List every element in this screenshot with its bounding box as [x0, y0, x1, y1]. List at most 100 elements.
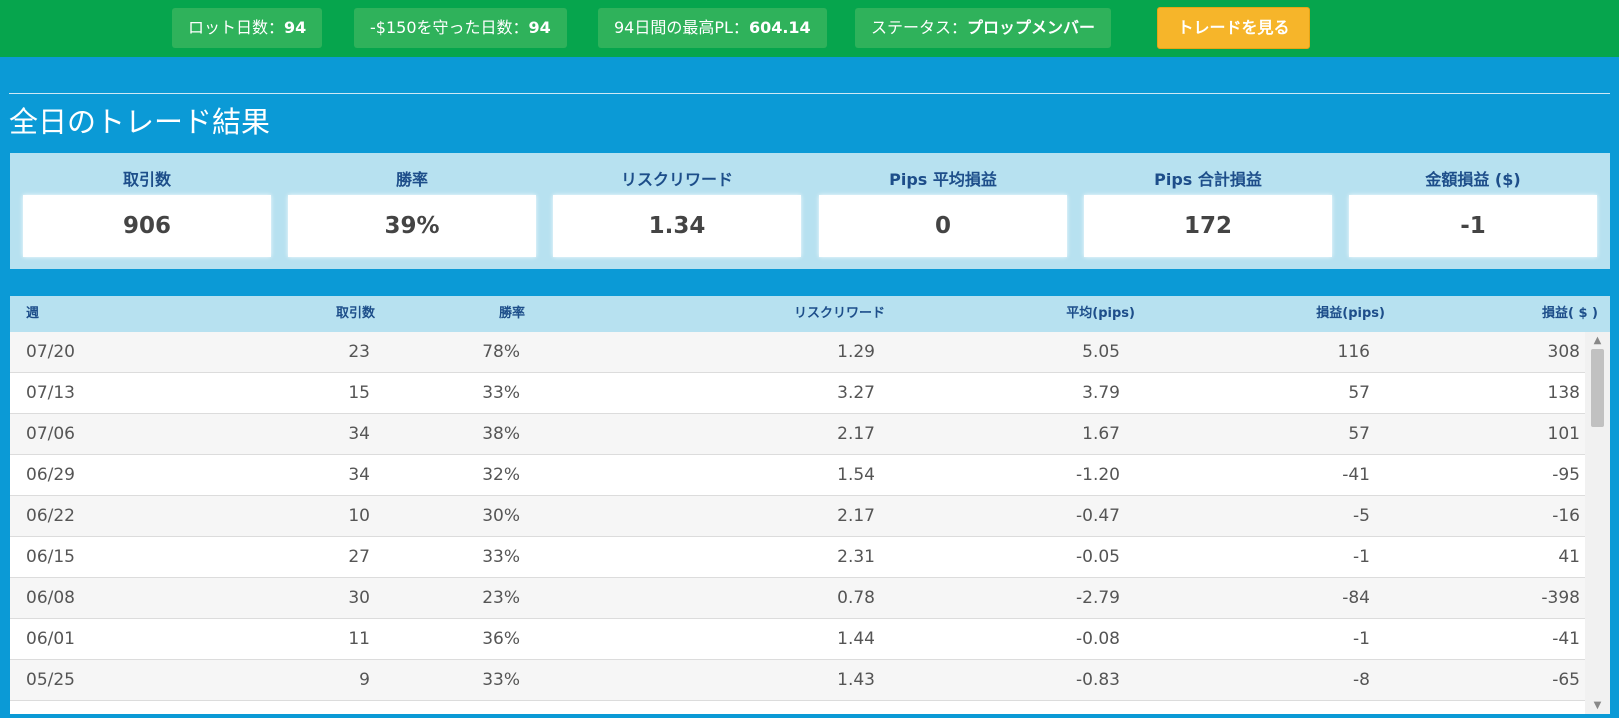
lot-days-chip: ロット日数：94: [172, 8, 323, 48]
cell-avg-pips: -0.83: [1076, 670, 1120, 690]
cell-win-rate: 33%: [482, 670, 520, 690]
cell-pl-pips: -84: [1342, 588, 1370, 608]
cell-week: 05/25: [26, 670, 75, 690]
stat-value: 0: [819, 195, 1067, 257]
col-header-pl-pips[interactable]: 損益(pips): [1160, 296, 1385, 332]
cell-win-rate: 33%: [482, 383, 520, 403]
stat-value: 39%: [288, 195, 536, 257]
col-header-risk-reward[interactable]: リスクリワード: [650, 296, 885, 332]
cell-pl-usd: -95: [1552, 465, 1580, 485]
cell-win-rate: 78%: [482, 342, 520, 362]
cell-week: 06/15: [26, 547, 75, 567]
cell-pl-usd: -16: [1552, 506, 1580, 526]
protected-days-label: -$150を守った日数：: [370, 18, 529, 37]
view-trades-button[interactable]: トレードを見る: [1157, 7, 1310, 49]
cell-win-rate: 23%: [482, 588, 520, 608]
stat-value: 1.34: [553, 195, 801, 257]
table-row[interactable]: 06/29 34 32% 1.54 -1.20 -41 -95: [10, 455, 1585, 496]
col-header-week[interactable]: 週: [26, 296, 39, 332]
cell-trade-count: 15: [348, 383, 370, 403]
stat-amount-pl: 金額損益 ($) -1: [1349, 153, 1597, 269]
cell-trade-count: 34: [348, 424, 370, 444]
stat-label: リスクリワード: [620, 170, 733, 189]
stat-label: Pips 合計損益: [1154, 170, 1262, 189]
table-row[interactable]: 07/13 15 33% 3.27 3.79 57 138: [10, 373, 1585, 414]
cell-pl-pips: 116: [1337, 342, 1370, 362]
table-scrollbar[interactable]: ▲ ▼: [1585, 332, 1610, 714]
table-row[interactable]: 05/25 9 33% 1.43 -0.83 -8 -65: [10, 660, 1585, 701]
cell-pl-usd: -398: [1541, 588, 1580, 608]
summary-stats-panel: 取引数 906 勝率 39% リスクリワード 1.34 Pips 平均損益 0 …: [10, 153, 1610, 269]
cell-week: 06/29: [26, 465, 75, 485]
cell-week: 06/08: [26, 588, 75, 608]
cell-risk-reward: 3.27: [837, 383, 875, 403]
cell-trade-count: 30: [348, 588, 370, 608]
cell-pl-usd: -65: [1552, 670, 1580, 690]
cell-trade-count: 9: [359, 670, 370, 690]
cell-trade-count: 34: [348, 465, 370, 485]
cell-risk-reward: 0.78: [837, 588, 875, 608]
cell-avg-pips: -0.47: [1076, 506, 1120, 526]
cell-avg-pips: -0.08: [1076, 629, 1120, 649]
scroll-up-icon[interactable]: ▲: [1585, 332, 1610, 349]
status-chip: ステータス：プロップメンバー: [855, 8, 1112, 48]
stat-risk-reward: リスクリワード 1.34: [553, 153, 801, 269]
cell-week: 06/22: [26, 506, 75, 526]
cell-win-rate: 36%: [482, 629, 520, 649]
cell-pl-pips: 57: [1348, 424, 1370, 444]
cell-avg-pips: 1.67: [1082, 424, 1120, 444]
table-body: 07/20 23 78% 1.29 5.05 116 308 07/13 15 33% 3.27 3.…: [10, 332, 1585, 701]
stat-pips-average: Pips 平均損益 0: [819, 153, 1067, 269]
section-divider: [9, 93, 1610, 94]
table-row[interactable]: 07/20 23 78% 1.29 5.05 116 308: [10, 332, 1585, 373]
cell-win-rate: 33%: [482, 547, 520, 567]
cell-win-rate: 32%: [482, 465, 520, 485]
stat-value: 906: [23, 195, 271, 257]
cell-week: 07/20: [26, 342, 75, 362]
cell-pl-usd: 308: [1547, 342, 1580, 362]
cell-risk-reward: 1.44: [837, 629, 875, 649]
col-header-win-rate[interactable]: 勝率: [430, 296, 525, 332]
stat-value: 172: [1084, 195, 1332, 257]
cell-avg-pips: -2.79: [1076, 588, 1120, 608]
cell-win-rate: 30%: [482, 506, 520, 526]
best-pl-value: 604.14: [748, 18, 811, 37]
cell-avg-pips: 5.05: [1082, 342, 1120, 362]
cell-pl-pips: -8: [1353, 670, 1370, 690]
stat-label: 金額損益 ($): [1425, 170, 1521, 189]
stat-label: 勝率: [395, 170, 428, 189]
status-value: プロップメンバー: [967, 18, 1096, 37]
cell-week: 07/13: [26, 383, 75, 403]
table-row[interactable]: 06/08 30 23% 0.78 -2.79 -84 -398: [10, 578, 1585, 619]
best-pl-label: 94日間の最高PL：: [614, 18, 749, 37]
col-header-trade-count[interactable]: 取引数: [280, 296, 375, 332]
scrollbar-thumb[interactable]: [1591, 349, 1604, 427]
cell-avg-pips: -0.05: [1076, 547, 1120, 567]
page-title: 全日のトレード結果: [9, 105, 271, 139]
cell-win-rate: 38%: [482, 424, 520, 444]
top-status-bar: ロット日数：94 -$150を守った日数：94 94日間の最高PL：604.14…: [0, 0, 1619, 57]
cell-risk-reward: 1.29: [837, 342, 875, 362]
table-row[interactable]: 07/06 34 38% 2.17 1.67 57 101: [10, 414, 1585, 455]
table-header: 週 取引数 勝率 リスクリワード 平均(pips) 損益(pips) 損益( $…: [10, 296, 1610, 332]
stat-value: -1: [1349, 195, 1597, 257]
protected-days-chip: -$150を守った日数：94: [354, 8, 567, 48]
cell-trade-count: 27: [348, 547, 370, 567]
best-pl-chip: 94日間の最高PL：604.14: [598, 8, 827, 48]
cell-trade-count: 11: [348, 629, 370, 649]
table-row[interactable]: 06/15 27 33% 2.31 -0.05 -1 41: [10, 537, 1585, 578]
weekly-results-table: 週 取引数 勝率 リスクリワード 平均(pips) 損益(pips) 損益( $…: [10, 296, 1610, 714]
stat-pips-total: Pips 合計損益 172: [1084, 153, 1332, 269]
table-row[interactable]: 06/22 10 30% 2.17 -0.47 -5 -16: [10, 496, 1585, 537]
cell-pl-usd: 138: [1547, 383, 1580, 403]
col-header-pl-usd[interactable]: 損益( $ ): [1400, 296, 1598, 332]
lot-days-label: ロット日数：: [188, 18, 285, 37]
cell-pl-pips: -5: [1353, 506, 1370, 526]
stat-trade-count: 取引数 906: [23, 153, 271, 269]
col-header-avg-pips[interactable]: 平均(pips): [910, 296, 1135, 332]
cell-week: 06/01: [26, 629, 75, 649]
cell-avg-pips: 3.79: [1082, 383, 1120, 403]
scroll-down-icon[interactable]: ▼: [1585, 697, 1610, 714]
status-label: ステータス：: [871, 18, 968, 37]
table-row[interactable]: 06/01 11 36% 1.44 -0.08 -1 -41: [10, 619, 1585, 660]
